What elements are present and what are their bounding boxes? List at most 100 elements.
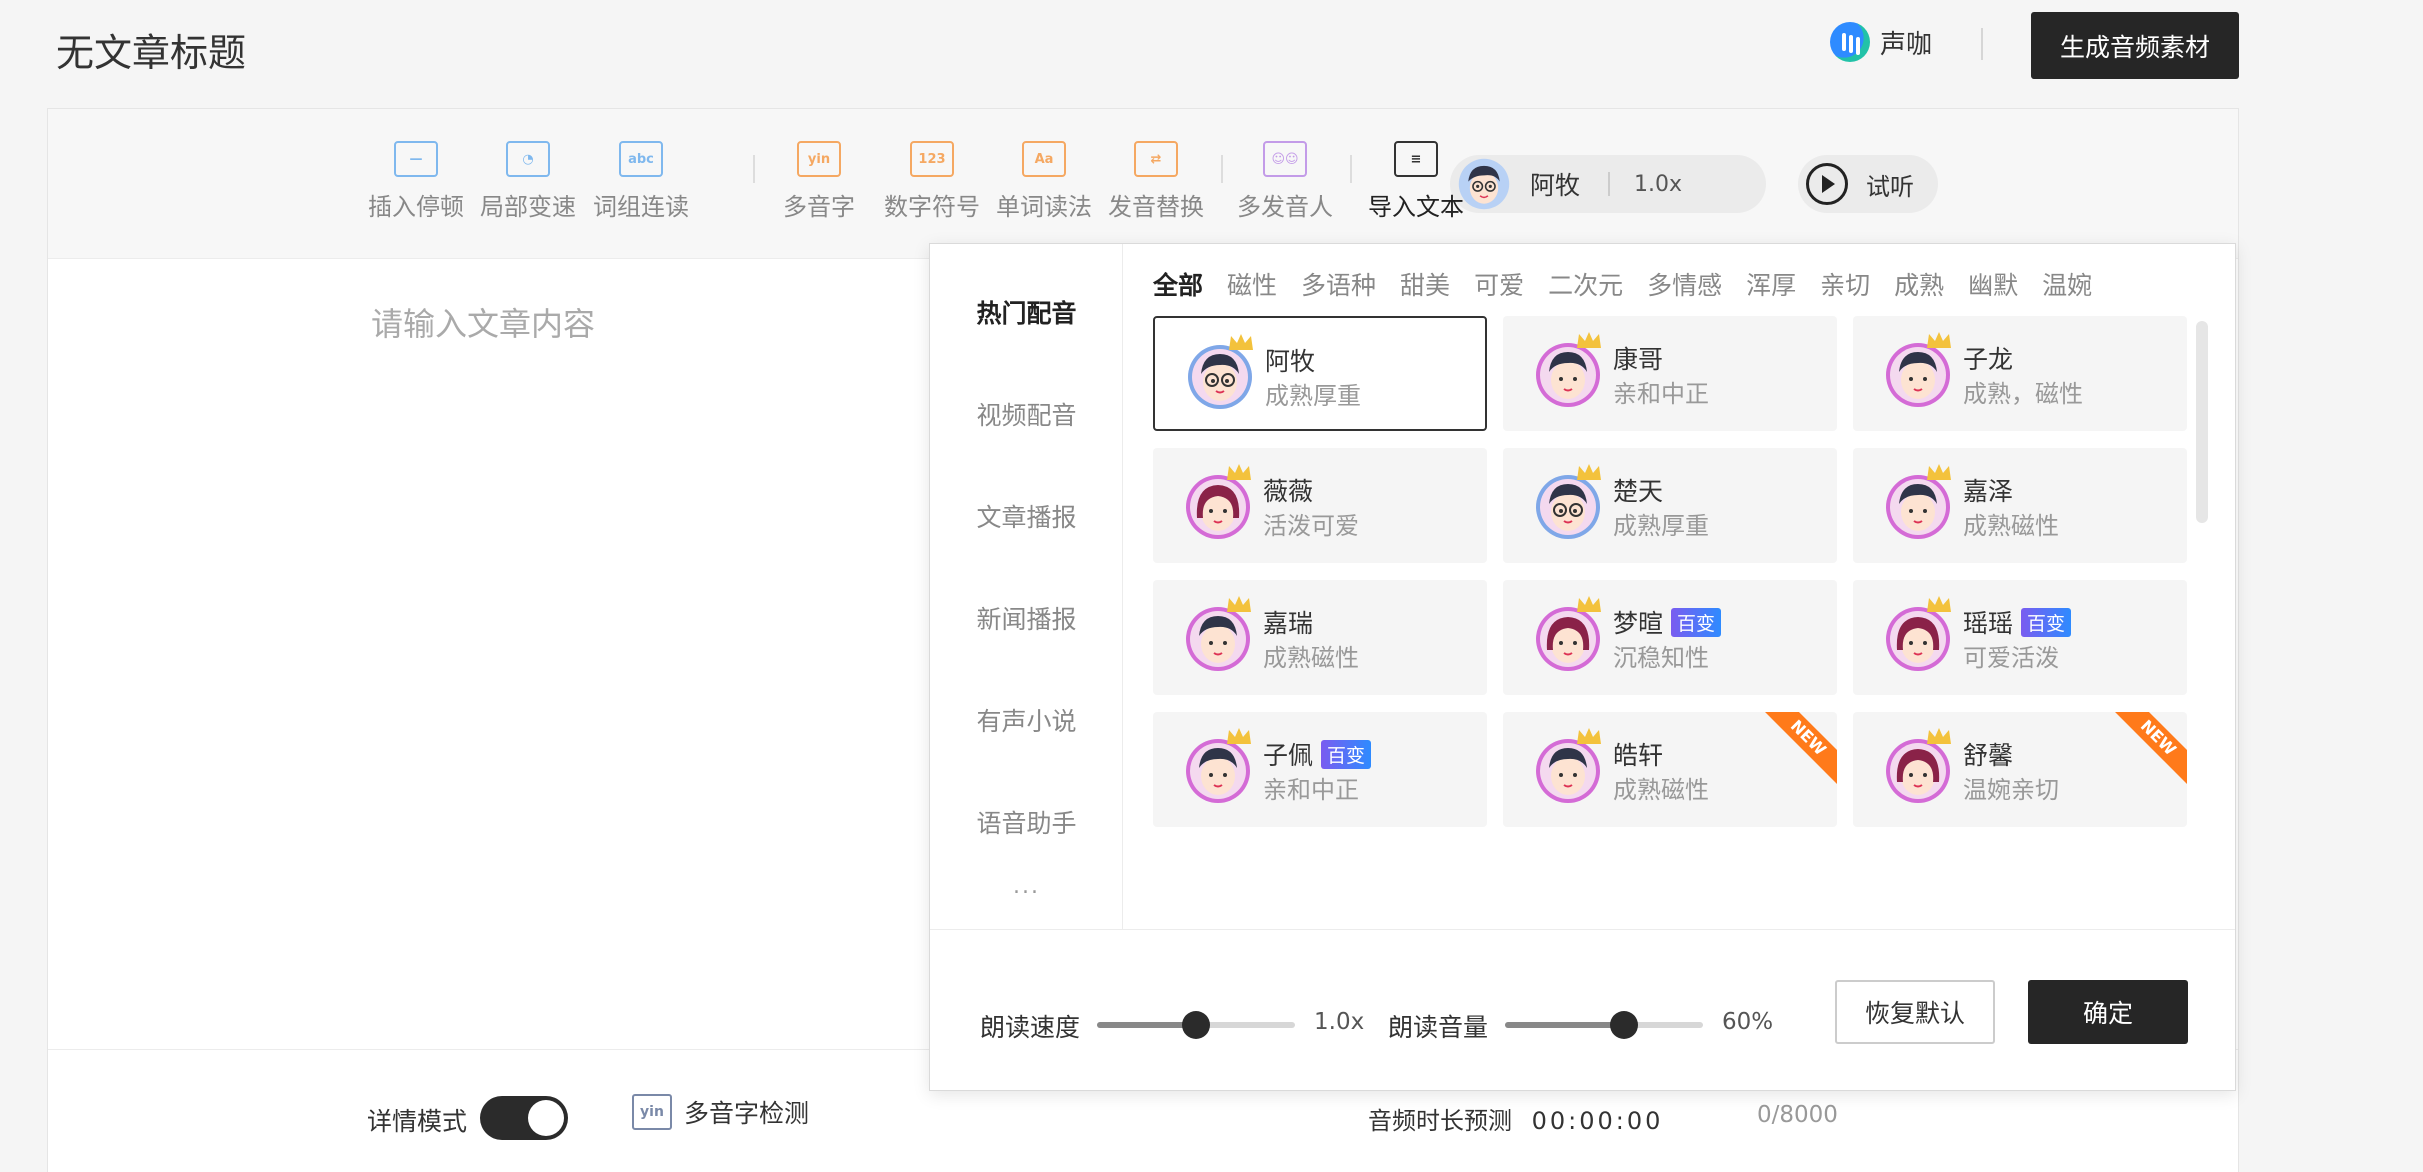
voice-avatar [1885, 606, 1951, 672]
voice-category-list: ... 热门配音视频配音文章播报新闻播报有声小说语音助手 [930, 244, 1123, 929]
pinyin-icon: yin [797, 141, 841, 177]
voice-filter-tab[interactable]: 温婉 [2042, 266, 2092, 302]
more-categories[interactable]: ... [930, 874, 1123, 899]
voice-name: 瑶瑶 [1963, 609, 2014, 638]
voice-name-row: 嘉泽 [1963, 472, 2013, 508]
voice-description: 成熟，磁性 [1963, 380, 2083, 408]
voice-name-row: 薇薇 [1263, 472, 1313, 508]
voice-description: 成熟磁性 [1263, 644, 1359, 672]
voice-card[interactable]: 梦暄 百变 沉稳知性 [1503, 580, 1837, 695]
voice-card[interactable]: 瑶瑶 百变 可爱活泼 [1853, 580, 2187, 695]
voice-avatar [1885, 738, 1951, 804]
multi-speaker-icon: ☺☺ [1263, 141, 1307, 177]
tool-pause-insert[interactable]: — 插入停顿 [361, 141, 471, 222]
tool-pinyin[interactable]: yin 多音字 [764, 141, 874, 222]
voice-card[interactable]: 舒馨 温婉亲切 NEW [1853, 712, 2187, 827]
speed-slider-handle[interactable] [1182, 1011, 1210, 1039]
volume-slider-handle[interactable] [1609, 1011, 1638, 1039]
voice-filter-tab[interactable]: 二次元 [1548, 266, 1623, 302]
voice-name: 皓轩 [1613, 741, 1664, 770]
voice-category-item[interactable]: 新闻播报 [930, 600, 1123, 636]
voice-card[interactable]: 子佩 百变 亲和中正 [1153, 712, 1487, 827]
tool-replace[interactable]: ⇄ 发音替换 [1101, 141, 1211, 222]
tool-word-reading[interactable]: Aa 单词读法 [989, 141, 1099, 222]
new-ribbon: NEW [2110, 712, 2187, 786]
voice-badge: 百变 [1321, 739, 1372, 769]
voice-filter-tab[interactable]: 幽默 [1968, 266, 2018, 302]
tool-abc[interactable]: abc 词组连读 [586, 141, 696, 222]
voice-card[interactable]: 康哥 亲和中正 [1503, 316, 1837, 431]
voice-avatar [1185, 606, 1251, 672]
preview-button[interactable]: 试听 [1798, 155, 1938, 213]
voice-avatar [1885, 342, 1951, 408]
voice-card[interactable]: 薇薇 活泼可爱 [1153, 448, 1487, 563]
voice-description: 沉稳知性 [1613, 644, 1709, 672]
voice-name-row: 楚天 [1613, 472, 1663, 508]
voice-category-item[interactable]: 文章播报 [930, 498, 1123, 534]
preview-label: 试听 [1866, 172, 1914, 201]
voice-grid-scrollbar[interactable] [2196, 321, 2208, 523]
voice-filter-tab[interactable]: 磁性 [1227, 266, 1277, 302]
voice-avatar [1535, 738, 1601, 804]
brand[interactable]: 声咖 [1830, 22, 1932, 62]
tool-speedometer[interactable]: ◔ 局部变速 [473, 141, 583, 222]
crown-icon [1925, 726, 1953, 746]
brand-logo-icon [1830, 22, 1870, 62]
char-counter: 0/8000 [1757, 1102, 1838, 1128]
voice-description: 成熟厚重 [1265, 382, 1361, 410]
voice-avatar [1535, 342, 1601, 408]
new-ribbon: NEW [1760, 712, 1837, 786]
crown-icon [1575, 330, 1603, 350]
voice-filter-tab[interactable]: 成熟 [1894, 266, 1944, 302]
voice-card[interactable]: 子龙 成熟，磁性 [1853, 316, 2187, 431]
toolbar-divider [753, 155, 755, 183]
tool-label: 数字符号 [884, 193, 980, 221]
voice-picker-footer: 朗读速度 1.0x 朗读音量 60% 恢复默认 确定 [930, 929, 2235, 1092]
voice-avatar [1185, 738, 1251, 804]
voice-card[interactable]: 嘉瑞 成熟磁性 [1153, 580, 1487, 695]
voice-category-item[interactable]: 语音助手 [930, 804, 1123, 840]
voice-card[interactable]: 嘉泽 成熟磁性 [1853, 448, 2187, 563]
voice-filter-tab[interactable]: 多情感 [1647, 266, 1722, 302]
voice-filter-tab[interactable]: 全部 [1153, 266, 1203, 302]
voice-name: 梦暄 [1613, 609, 1664, 638]
voice-description: 亲和中正 [1263, 776, 1359, 804]
article-content-input[interactable]: 请输入文章内容 [371, 299, 595, 345]
voice-card[interactable]: 楚天 成熟厚重 [1503, 448, 1837, 563]
voice-avatar [1187, 344, 1253, 410]
tool-multi-speaker[interactable]: ☺☺ 多发音人 [1230, 141, 1340, 222]
crown-icon [1225, 594, 1253, 614]
generate-audio-button[interactable]: 生成音频素材 [2031, 12, 2239, 79]
tool-label: 插入停顿 [368, 193, 464, 221]
pause-insert-icon: — [394, 141, 438, 177]
detail-mode-label: 详情模式 [367, 1107, 468, 1136]
voice-filter-tab[interactable]: 甜美 [1400, 266, 1450, 302]
confirm-button[interactable]: 确定 [2028, 980, 2188, 1044]
voice-filter-tab[interactable]: 多语种 [1301, 266, 1376, 302]
voice-filter-tab[interactable]: 亲切 [1820, 266, 1870, 302]
voice-filter-tab[interactable]: 浑厚 [1746, 266, 1796, 302]
voice-category-item[interactable]: 有声小说 [930, 702, 1123, 738]
page-title: 无文章标题 [56, 31, 247, 75]
volume-slider[interactable] [1505, 1011, 1703, 1039]
voice-card[interactable]: 阿牧 成熟厚重 [1153, 316, 1487, 431]
voice-category-item[interactable]: 热门配音 [930, 294, 1123, 330]
voice-name: 楚天 [1613, 477, 1664, 506]
speed-slider[interactable] [1097, 1011, 1295, 1039]
tool-number[interactable]: 123 数字符号 [877, 141, 987, 222]
tool-import-text[interactable]: ≡ 导入文本 [1361, 141, 1471, 222]
voice-category-item[interactable]: 视频配音 [930, 396, 1123, 432]
crown-icon [1925, 594, 1953, 614]
detail-mode-toggle[interactable] [480, 1096, 568, 1140]
voice-description: 亲和中正 [1613, 380, 1709, 408]
import-text-icon: ≡ [1394, 141, 1438, 177]
polyphone-check-icon: yin [632, 1094, 672, 1130]
voice-name: 康哥 [1613, 345, 1664, 374]
current-voice-selector[interactable]: 阿牧 1.0x [1450, 155, 1766, 213]
reset-default-button[interactable]: 恢复默认 [1835, 980, 1995, 1044]
polyphone-check-button[interactable]: yin 多音字检测 [632, 1094, 809, 1130]
voice-name-row: 阿牧 [1265, 342, 1315, 378]
voice-description: 成熟磁性 [1613, 776, 1709, 804]
voice-card[interactable]: 皓轩成熟磁性 NEW [1503, 712, 1837, 827]
voice-filter-tab[interactable]: 可爱 [1474, 266, 1524, 302]
